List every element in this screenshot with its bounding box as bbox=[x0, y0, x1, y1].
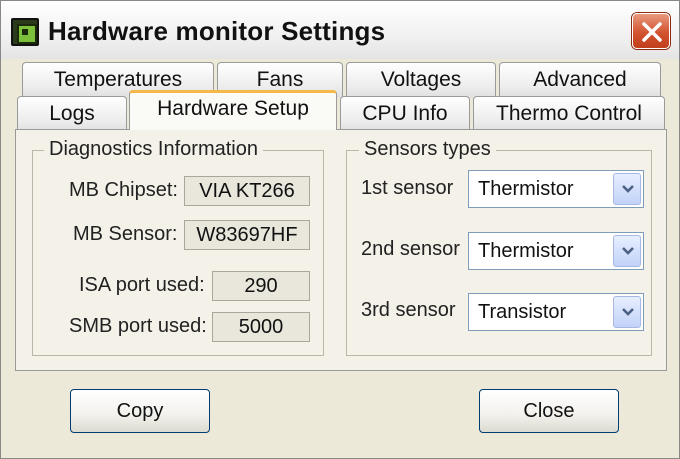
tab-hardware-setup[interactable]: Hardware Setup bbox=[129, 90, 337, 130]
sensor-1-dropdown-button[interactable] bbox=[613, 173, 641, 205]
sensor-1-select[interactable]: Thermistor bbox=[468, 170, 644, 208]
close-icon bbox=[642, 22, 662, 42]
diagnostics-groupbox: Diagnostics Information MB Chipset: VIA … bbox=[32, 138, 324, 356]
chevron-down-icon bbox=[622, 185, 634, 193]
chevron-down-icon bbox=[622, 247, 634, 255]
mb-chipset-field: VIA KT266 bbox=[184, 176, 310, 206]
chevron-down-icon bbox=[622, 308, 634, 316]
sensors-legend: Sensors types bbox=[359, 138, 496, 161]
sensor-3-value: Transistor bbox=[478, 301, 567, 323]
sensor-2-dropdown-button[interactable] bbox=[613, 235, 641, 267]
close-window-button[interactable] bbox=[632, 13, 670, 49]
mb-sensor-field: W83697HF bbox=[184, 220, 310, 250]
isa-port-field: 290 bbox=[212, 271, 310, 301]
sensor-3-dropdown-button[interactable] bbox=[613, 296, 641, 328]
tab-cpu-info[interactable]: CPU Info bbox=[340, 96, 470, 132]
tab-logs[interactable]: Logs bbox=[17, 96, 127, 132]
mb-sensor-label: MB Sensor: bbox=[73, 223, 178, 245]
isa-port-label: ISA port used: bbox=[79, 274, 205, 296]
smb-port-label: SMB port used: bbox=[69, 315, 207, 337]
sensor-1-label: 1st sensor bbox=[361, 177, 454, 199]
copy-button[interactable]: Copy bbox=[70, 389, 210, 433]
smb-port-field: 5000 bbox=[212, 312, 310, 342]
tab-thermo-control[interactable]: Thermo Control bbox=[473, 96, 665, 132]
sensor-3-label: 3rd sensor bbox=[361, 299, 456, 321]
close-button[interactable]: Close bbox=[479, 389, 619, 433]
hardware-chip-icon bbox=[11, 18, 39, 46]
mb-chipset-label: MB Chipset: bbox=[69, 179, 178, 201]
tab-advanced[interactable]: Advanced bbox=[499, 62, 661, 98]
sensor-2-label: 2nd sensor bbox=[361, 238, 460, 260]
window-title: Hardware monitor Settings bbox=[48, 16, 386, 46]
sensors-groupbox: Sensors types 1st sensor Thermistor 2nd … bbox=[346, 138, 652, 356]
sensor-3-select[interactable]: Transistor bbox=[468, 293, 644, 331]
sensor-2-select[interactable]: Thermistor bbox=[468, 232, 644, 270]
title-bar[interactable]: Hardware monitor Settings bbox=[1, 1, 679, 59]
hardware-setup-panel: Diagnostics Information MB Chipset: VIA … bbox=[15, 129, 667, 371]
sensor-1-value: Thermistor bbox=[478, 178, 574, 200]
settings-window: Hardware monitor Settings Temperatures F… bbox=[0, 0, 680, 459]
diagnostics-legend: Diagnostics Information bbox=[44, 138, 263, 161]
tab-voltages[interactable]: Voltages bbox=[346, 62, 496, 98]
sensor-2-value: Thermistor bbox=[478, 240, 574, 262]
